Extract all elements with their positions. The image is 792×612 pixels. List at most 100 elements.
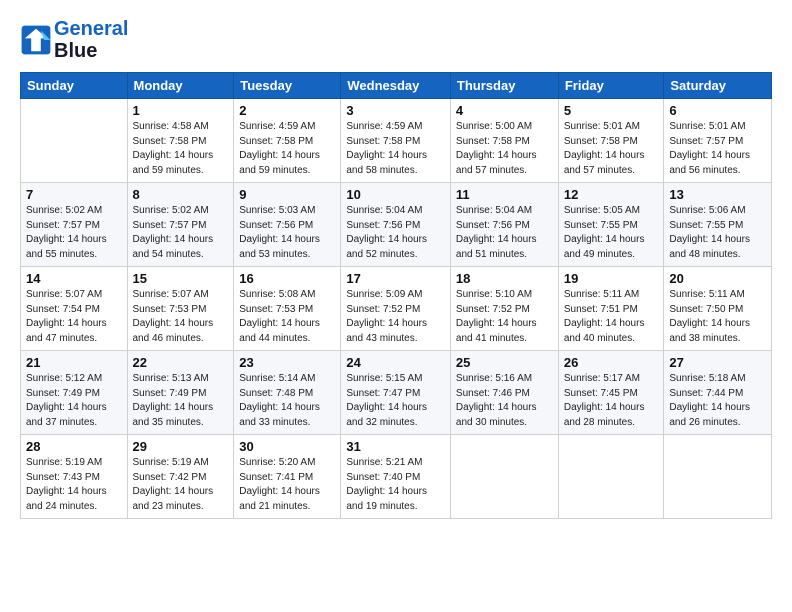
- calendar-cell: 26Sunrise: 5:17 AM Sunset: 7:45 PM Dayli…: [558, 351, 664, 435]
- day-number: 8: [133, 187, 229, 202]
- day-number: 5: [564, 103, 659, 118]
- cell-content: Sunrise: 4:59 AM Sunset: 7:58 PM Dayligh…: [239, 120, 335, 178]
- cell-content: Sunrise: 5:01 AM Sunset: 7:57 PM Dayligh…: [669, 120, 766, 178]
- day-number: 12: [564, 187, 659, 202]
- day-number: 11: [456, 187, 553, 202]
- day-number: 13: [669, 187, 766, 202]
- logo: GeneralBlue: [20, 18, 128, 62]
- cell-content: Sunrise: 5:18 AM Sunset: 7:44 PM Dayligh…: [669, 372, 766, 430]
- day-number: 25: [456, 355, 553, 370]
- calendar-cell: [664, 435, 772, 519]
- calendar-cell: 18 Sunrise: 5:10 AM Sunset: 7:52 PM Dayli…: [450, 267, 558, 351]
- calendar-cell: 30 Sunrise: 5:20 AM Sunset: 7:41 PM Dayli…: [234, 435, 341, 519]
- week-row-1: 1 Sunrise: 4:58 AM Sunset: 7:58 PM Daylig…: [21, 99, 772, 183]
- calendar-cell: [21, 99, 128, 183]
- day-number: 14: [26, 271, 122, 286]
- weekday-header-saturday: Saturday: [664, 73, 772, 99]
- day-number: 28: [26, 439, 122, 454]
- week-row-4: 21 Sunrise: 5:12 AM Sunset: 7:49 PM Dayli…: [21, 351, 772, 435]
- calendar-cell: 9 Sunrise: 5:03 AM Sunset: 7:56 PM Daylig…: [234, 183, 341, 267]
- day-number: 9: [239, 187, 335, 202]
- weekday-header-tuesday: Tuesday: [234, 73, 341, 99]
- calendar-cell: 29 Sunrise: 5:19 AM Sunset: 7:42 PM Dayli…: [127, 435, 234, 519]
- day-number: 15: [133, 271, 229, 286]
- cell-content: Sunrise: 5:06 AM Sunset: 7:55 PM Dayligh…: [669, 204, 766, 262]
- day-number: 29: [133, 439, 229, 454]
- calendar-cell: 28 Sunrise: 5:19 AM Sunset: 7:43 PM Dayli…: [21, 435, 128, 519]
- cell-content: Sunrise: 5:12 AM Sunset: 7:49 PM Dayligh…: [26, 372, 122, 430]
- calendar-cell: 4 Sunrise: 5:00 AM Sunset: 7:58 PM Daylig…: [450, 99, 558, 183]
- calendar-cell: 21 Sunrise: 5:12 AM Sunset: 7:49 PM Dayli…: [21, 351, 128, 435]
- cell-content: Sunrise: 5:08 AM Sunset: 7:53 PM Dayligh…: [239, 288, 335, 346]
- cell-content: Sunrise: 5:00 AM Sunset: 7:58 PM Dayligh…: [456, 120, 553, 178]
- calendar-cell: 19 Sunrise: 5:11 AM Sunset: 7:51 PM Dayli…: [558, 267, 664, 351]
- calendar-cell: 10 Sunrise: 5:04 AM Sunset: 7:56 PM Dayli…: [341, 183, 451, 267]
- day-number: 21: [26, 355, 122, 370]
- week-row-5: 28 Sunrise: 5:19 AM Sunset: 7:43 PM Dayli…: [21, 435, 772, 519]
- calendar-cell: 27 Sunrise: 5:18 AM Sunset: 7:44 PM Dayli…: [664, 351, 772, 435]
- week-row-2: 7Sunrise: 5:02 AM Sunset: 7:57 PM Daylig…: [21, 183, 772, 267]
- day-number: 3: [346, 103, 445, 118]
- calendar-cell: 23 Sunrise: 5:14 AM Sunset: 7:48 PM Dayli…: [234, 351, 341, 435]
- day-number: 6: [669, 103, 766, 118]
- weekday-header-thursday: Thursday: [450, 73, 558, 99]
- cell-content: Sunrise: 5:04 AM Sunset: 7:56 PM Dayligh…: [346, 204, 445, 262]
- calendar-cell: 14 Sunrise: 5:07 AM Sunset: 7:54 PM Dayli…: [21, 267, 128, 351]
- cell-content: Sunrise: 5:19 AM Sunset: 7:42 PM Dayligh…: [133, 456, 229, 514]
- day-number: 20: [669, 271, 766, 286]
- cell-content: Sunrise: 5:03 AM Sunset: 7:56 PM Dayligh…: [239, 204, 335, 262]
- cell-content: Sunrise: 5:04 AM Sunset: 7:56 PM Dayligh…: [456, 204, 553, 262]
- day-number: 16: [239, 271, 335, 286]
- cell-content: Sunrise: 5:20 AM Sunset: 7:41 PM Dayligh…: [239, 456, 335, 514]
- cell-content: Sunrise: 5:10 AM Sunset: 7:52 PM Dayligh…: [456, 288, 553, 346]
- cell-content: Sunrise: 5:02 AM Sunset: 7:57 PM Dayligh…: [26, 204, 122, 262]
- cell-content: Sunrise: 5:21 AM Sunset: 7:40 PM Dayligh…: [346, 456, 445, 514]
- calendar-cell: [450, 435, 558, 519]
- calendar-cell: 8 Sunrise: 5:02 AM Sunset: 7:57 PM Daylig…: [127, 183, 234, 267]
- cell-content: Sunrise: 5:07 AM Sunset: 7:54 PM Dayligh…: [26, 288, 122, 346]
- cell-content: Sunrise: 5:02 AM Sunset: 7:57 PM Dayligh…: [133, 204, 229, 262]
- day-number: 18: [456, 271, 553, 286]
- calendar-cell: 13 Sunrise: 5:06 AM Sunset: 7:55 PM Dayli…: [664, 183, 772, 267]
- page: GeneralBlue SundayMondayTuesdayWednesday…: [0, 0, 792, 529]
- day-number: 10: [346, 187, 445, 202]
- day-number: 24: [346, 355, 445, 370]
- header: GeneralBlue: [20, 18, 772, 62]
- calendar-cell: 17 Sunrise: 5:09 AM Sunset: 7:52 PM Dayli…: [341, 267, 451, 351]
- day-number: 22: [133, 355, 229, 370]
- calendar-cell: 20Sunrise: 5:11 AM Sunset: 7:50 PM Dayli…: [664, 267, 772, 351]
- day-number: 17: [346, 271, 445, 286]
- day-number: 30: [239, 439, 335, 454]
- day-number: 23: [239, 355, 335, 370]
- calendar-cell: 11 Sunrise: 5:04 AM Sunset: 7:56 PM Dayli…: [450, 183, 558, 267]
- calendar-cell: 3 Sunrise: 4:59 AM Sunset: 7:58 PM Daylig…: [341, 99, 451, 183]
- day-number: 4: [456, 103, 553, 118]
- calendar-cell: 6 Sunrise: 5:01 AM Sunset: 7:57 PM Daylig…: [664, 99, 772, 183]
- day-number: 19: [564, 271, 659, 286]
- day-number: 26: [564, 355, 659, 370]
- day-number: 2: [239, 103, 335, 118]
- calendar-cell: 25 Sunrise: 5:16 AM Sunset: 7:46 PM Dayli…: [450, 351, 558, 435]
- calendar-cell: 5Sunrise: 5:01 AM Sunset: 7:58 PM Daylig…: [558, 99, 664, 183]
- calendar-cell: 2 Sunrise: 4:59 AM Sunset: 7:58 PM Daylig…: [234, 99, 341, 183]
- cell-content: Sunrise: 4:58 AM Sunset: 7:58 PM Dayligh…: [133, 120, 229, 178]
- cell-content: Sunrise: 4:59 AM Sunset: 7:58 PM Dayligh…: [346, 120, 445, 178]
- cell-content: Sunrise: 5:13 AM Sunset: 7:49 PM Dayligh…: [133, 372, 229, 430]
- calendar-cell: 24Sunrise: 5:15 AM Sunset: 7:47 PM Dayli…: [341, 351, 451, 435]
- cell-content: Sunrise: 5:14 AM Sunset: 7:48 PM Dayligh…: [239, 372, 335, 430]
- cell-content: Sunrise: 5:07 AM Sunset: 7:53 PM Dayligh…: [133, 288, 229, 346]
- cell-content: Sunrise: 5:09 AM Sunset: 7:52 PM Dayligh…: [346, 288, 445, 346]
- calendar-cell: 7Sunrise: 5:02 AM Sunset: 7:57 PM Daylig…: [21, 183, 128, 267]
- logo-text: GeneralBlue: [54, 18, 128, 62]
- weekday-header-row: SundayMondayTuesdayWednesdayThursdayFrid…: [21, 73, 772, 99]
- weekday-header-friday: Friday: [558, 73, 664, 99]
- cell-content: Sunrise: 5:16 AM Sunset: 7:46 PM Dayligh…: [456, 372, 553, 430]
- calendar-cell: 15 Sunrise: 5:07 AM Sunset: 7:53 PM Dayli…: [127, 267, 234, 351]
- day-number: 27: [669, 355, 766, 370]
- calendar-cell: 12Sunrise: 5:05 AM Sunset: 7:55 PM Dayli…: [558, 183, 664, 267]
- cell-content: Sunrise: 5:19 AM Sunset: 7:43 PM Dayligh…: [26, 456, 122, 514]
- day-number: 1: [133, 103, 229, 118]
- calendar-cell: 16 Sunrise: 5:08 AM Sunset: 7:53 PM Dayli…: [234, 267, 341, 351]
- calendar-table: SundayMondayTuesdayWednesdayThursdayFrid…: [20, 72, 772, 519]
- cell-content: Sunrise: 5:11 AM Sunset: 7:51 PM Dayligh…: [564, 288, 659, 346]
